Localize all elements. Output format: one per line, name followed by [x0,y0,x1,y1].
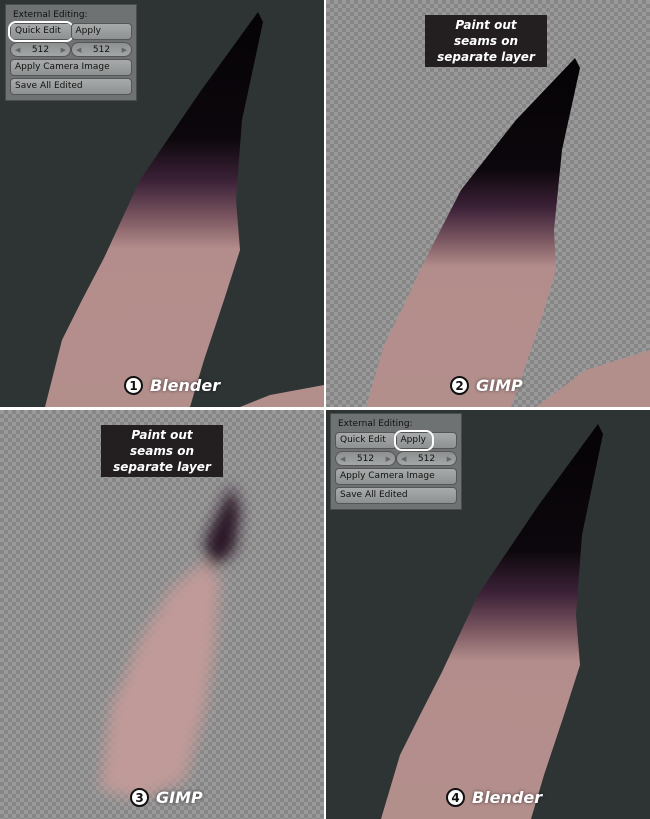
step-badge: 2 [450,376,469,395]
step-badge: 1 [124,376,143,395]
apply-camera-image-button[interactable]: Apply Camera Image [335,468,457,485]
apply-button[interactable]: Apply [393,430,457,451]
caption-label: GIMP [156,788,203,807]
panel-blender-4: External Editing: Quick Edit Apply ◀ 512 ▶ ◀… [326,410,650,819]
apply-camera-image-button[interactable]: Apply Camera Image [10,59,132,76]
caption-label: GIMP [476,376,523,395]
panel-header: External Editing: [338,419,413,429]
note-label: Paint out seams on separate layer [425,15,547,67]
height-field[interactable]: ◀ 512 ▶ [71,42,132,57]
quick-edit-button[interactable]: Quick Edit [335,432,397,449]
note-label: Paint out seams on separate layer [101,425,223,477]
quick-edit-button[interactable]: Quick Edit [8,21,74,42]
panel-gimp-3: Paint out seams on separate layer 3 GIMP [0,410,324,819]
width-field[interactable]: ◀ 512 ▶ [10,42,71,57]
external-editing-panel: External Editing: Quick Edit Apply ◀ 512 ▶ ◀… [5,4,137,101]
caption: 1 Blender [124,376,220,395]
highlight-ring [393,430,434,451]
step-badge: 3 [130,788,149,807]
caption-label: Blender [472,788,543,807]
highlight-ring [8,21,74,42]
height-field[interactable]: ◀ 512 ▶ [396,451,457,466]
external-editing-panel: External Editing: Quick Edit Apply ◀ 512 ▶ ◀… [330,413,462,510]
step-badge: 4 [446,788,465,807]
caption: 2 GIMP [450,376,523,395]
panel-gimp-2: Paint out seams on separate layer 2 GIMP [326,0,650,407]
caption: 4 Blender [446,788,542,807]
save-all-edited-button[interactable]: Save All Edited [10,78,132,95]
apply-button[interactable]: Apply [70,23,132,40]
caption: 3 GIMP [130,788,203,807]
panel-blender-1: External Editing: Quick Edit Apply ◀ 512 ▶ ◀… [0,0,324,407]
width-field[interactable]: ◀ 512 ▶ [335,451,396,466]
save-all-edited-button[interactable]: Save All Edited [335,487,457,504]
caption-label: Blender [150,376,221,395]
